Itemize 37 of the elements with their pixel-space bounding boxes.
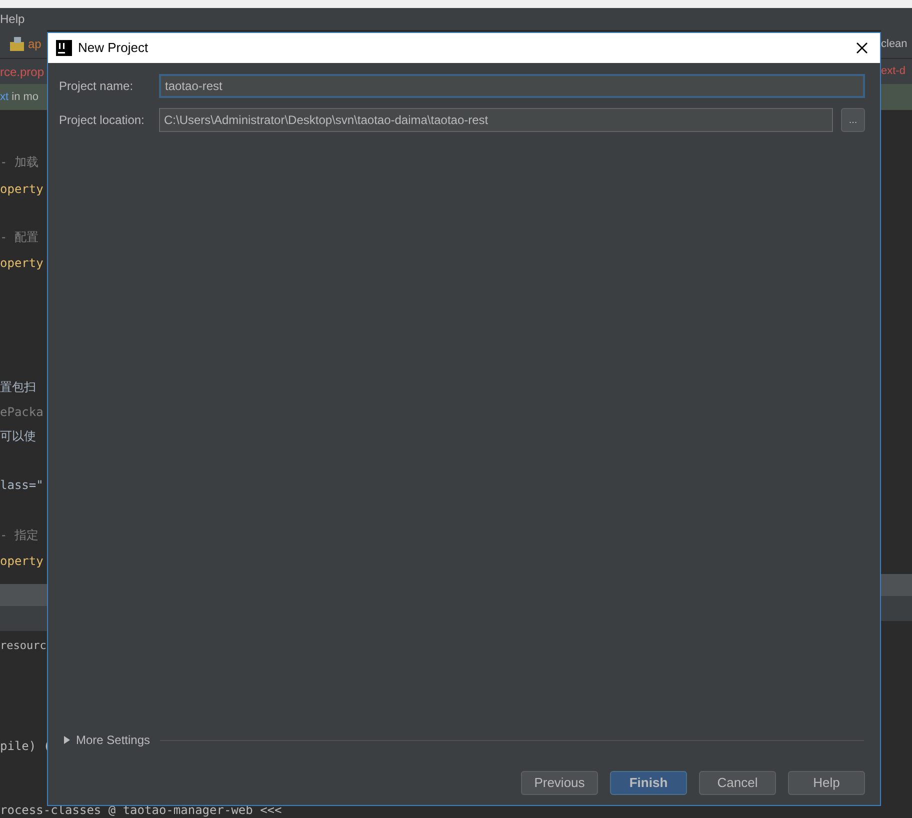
run-config-label[interactable]: clean bbox=[881, 36, 908, 52]
code-line: ePacka bbox=[0, 404, 44, 420]
hint-link[interactable]: xt bbox=[0, 88, 9, 106]
tool-window-header bbox=[0, 584, 47, 606]
tool-window-header bbox=[881, 574, 912, 596]
file-tab[interactable]: ext-d bbox=[881, 63, 906, 80]
file-icon bbox=[10, 37, 26, 51]
editor-tab[interactable]: ap bbox=[28, 35, 42, 53]
code-line: - 配置 bbox=[0, 229, 40, 245]
file-tab[interactable]: rce.prop bbox=[0, 62, 44, 80]
code-line: - 指定 bbox=[0, 527, 40, 543]
console-line: rocess-classes @ taotao-manager-web <<< bbox=[0, 803, 282, 817]
caret-right-icon[interactable] bbox=[64, 736, 70, 744]
code-line: operty bbox=[0, 255, 44, 271]
code-line: operty bbox=[0, 553, 44, 569]
dialog-button[interactable]: Finish bbox=[610, 771, 687, 795]
field-label: Project name: bbox=[59, 78, 134, 95]
code-line: 可以使 bbox=[0, 428, 37, 444]
close-icon bbox=[856, 42, 868, 54]
dialog-title: New Project bbox=[78, 39, 148, 58]
app-logo-icon bbox=[56, 40, 72, 56]
dialog-button[interactable]: Help bbox=[788, 771, 865, 795]
code-line: operty bbox=[0, 181, 44, 197]
dialog-button[interactable]: Cancel bbox=[699, 771, 776, 795]
dialog-button[interactable]: Previous bbox=[521, 771, 598, 795]
text-field[interactable]: taotao-rest bbox=[159, 74, 865, 98]
hint-text: in mo bbox=[10, 90, 39, 105]
code-line: 置包扫 bbox=[0, 379, 37, 395]
more-settings-label[interactable]: More Settings bbox=[76, 731, 150, 749]
console-line: resourc bbox=[0, 638, 47, 654]
text-field[interactable]: C:\Users\Administrator\Desktop\svn\taotao-daima\taotao-rest bbox=[159, 108, 833, 132]
browse-button[interactable]: ... bbox=[841, 108, 865, 132]
menu-item[interactable]: Help bbox=[0, 13, 25, 25]
hint-bar bbox=[881, 84, 912, 110]
code-line: - 加载 bbox=[0, 154, 40, 170]
code-line: lass=" bbox=[0, 477, 44, 493]
field-label: Project location: bbox=[59, 112, 146, 129]
